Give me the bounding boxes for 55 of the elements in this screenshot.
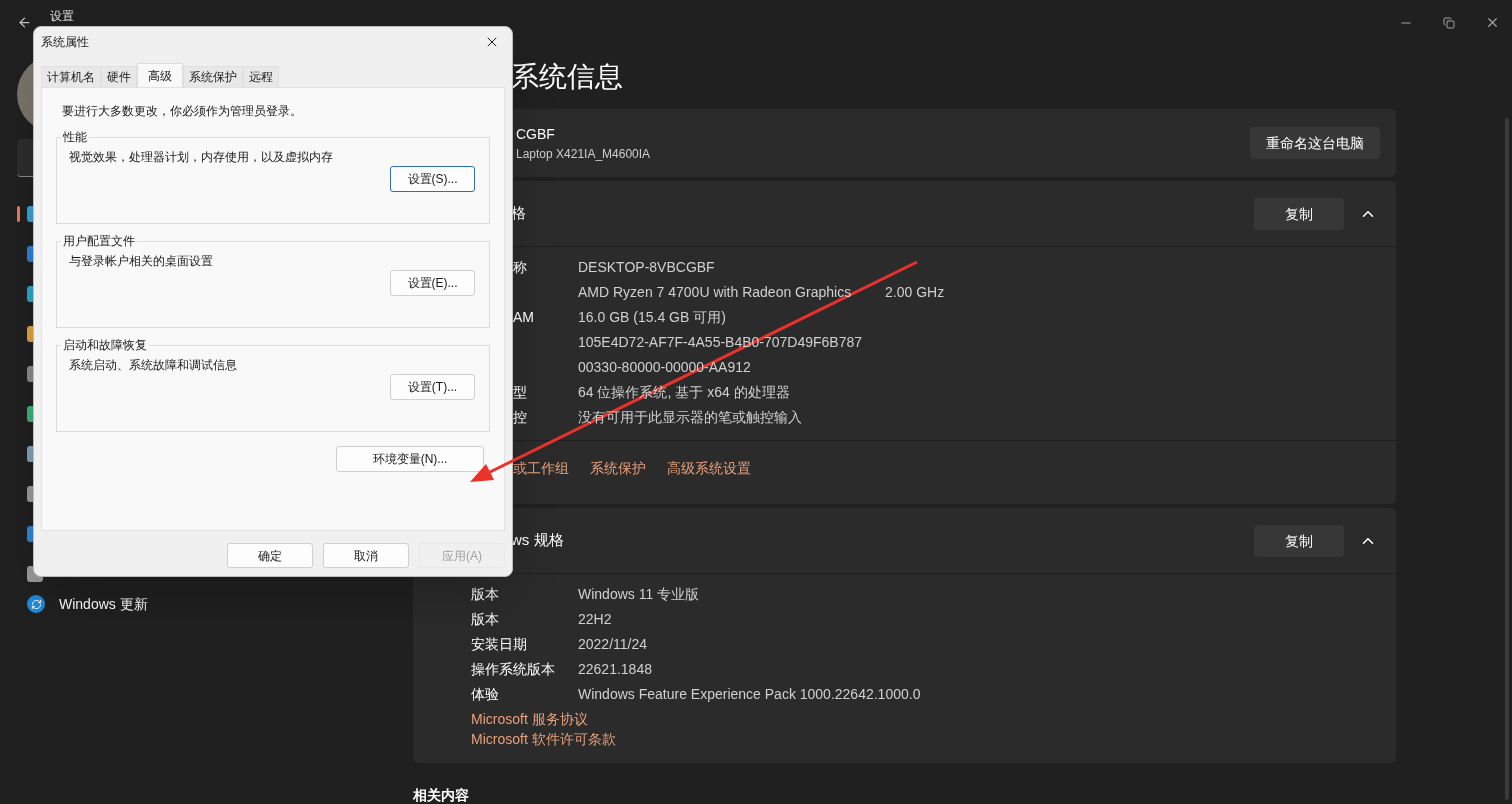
environment-variables-button[interactable]: 环境变量(N)... [336,446,484,472]
spec-value: Windows 11 专业版 [578,585,700,604]
spec-label: AM [513,309,534,325]
dialog-button[interactable]: 确定 [227,543,313,568]
link[interactable]: Microsoft 服务协议 [471,709,588,729]
device-name: CGBF [516,124,556,144]
link[interactable]: 高级系统设置 [667,458,751,479]
spec-value: Windows Feature Experience Pack 1000.22642.1000.0 [578,685,921,704]
link[interactable]: 或工作组 [513,458,569,479]
settings-button[interactable]: 设置(E)... [390,270,475,296]
settings-button[interactable]: 设置(S)... [390,166,475,192]
tab[interactable]: 硬件 [101,66,137,87]
settings-button[interactable]: 设置(T)... [390,374,475,400]
spec-value: DESKTOP-8VBCGBF [578,258,715,277]
tab[interactable]: 远程 [243,66,279,87]
spec-value: 16.0 GB (15.4 GB 可用) [578,308,726,327]
restore-icon[interactable] [1443,16,1455,29]
spec-label: 安装日期 [471,636,527,652]
spec-value: AMD Ryzen 7 4700U with Radeon Graphics [578,283,853,302]
dialog-title: 系统属性 [41,34,90,51]
spec-label: 体验 [471,686,499,702]
section-heading: 相关内容 [413,786,470,804]
page-title: 系统信息 [510,60,624,94]
spec-label: 称 [513,259,527,275]
link[interactable]: Microsoft 软件许可条款 [471,729,616,749]
tab[interactable]: 计算机名 [41,66,101,87]
nav-item[interactable]: Windows 更新 [17,584,413,624]
group-title: 用户配置文件 [62,233,136,250]
refresh-icon [27,595,45,613]
group-description: 系统启动、系统故障和调试信息 [69,357,238,374]
rename-button[interactable]: 重命名这台电脑 [1250,127,1380,159]
device-model: Laptop X421IA_M4600IA [516,145,652,163]
group-description: 与登录帐户相关的桌面设置 [69,253,214,270]
spec-value: 22621.1848 [578,660,652,679]
spec-value: 22H2 [578,610,612,629]
dialog-button[interactable]: 取消 [323,543,409,568]
link[interactable]: 系统保护 [590,458,646,479]
copy-button[interactable]: 复制 [1254,524,1344,557]
spec-value: 2022/11/24 [578,635,648,654]
selection-indicator [17,206,20,222]
spec-label: 操作系统版本 [471,661,555,677]
spec-value: 2.00 GHz [885,283,945,302]
tab[interactable]: 高级 [137,63,183,87]
group-title: 启动和故障恢复 [62,337,148,354]
tab[interactable]: 系统保护 [183,66,243,87]
spec-label: 版本 [471,611,499,627]
copy-button[interactable]: 复制 [1254,197,1344,230]
spec-label: 型 [513,384,527,400]
group-description: 视觉效果，处理器计划，内存使用，以及虚拟内存 [69,149,334,166]
group-title: 性能 [62,129,88,146]
spec-label: 控 [513,409,527,425]
window-title: 设置 [50,7,74,25]
close-icon[interactable] [1485,15,1500,30]
spec-label: 版本 [471,586,499,602]
notice-text: 要进行大多数更改，你必须作为管理员登录。 [62,103,303,120]
